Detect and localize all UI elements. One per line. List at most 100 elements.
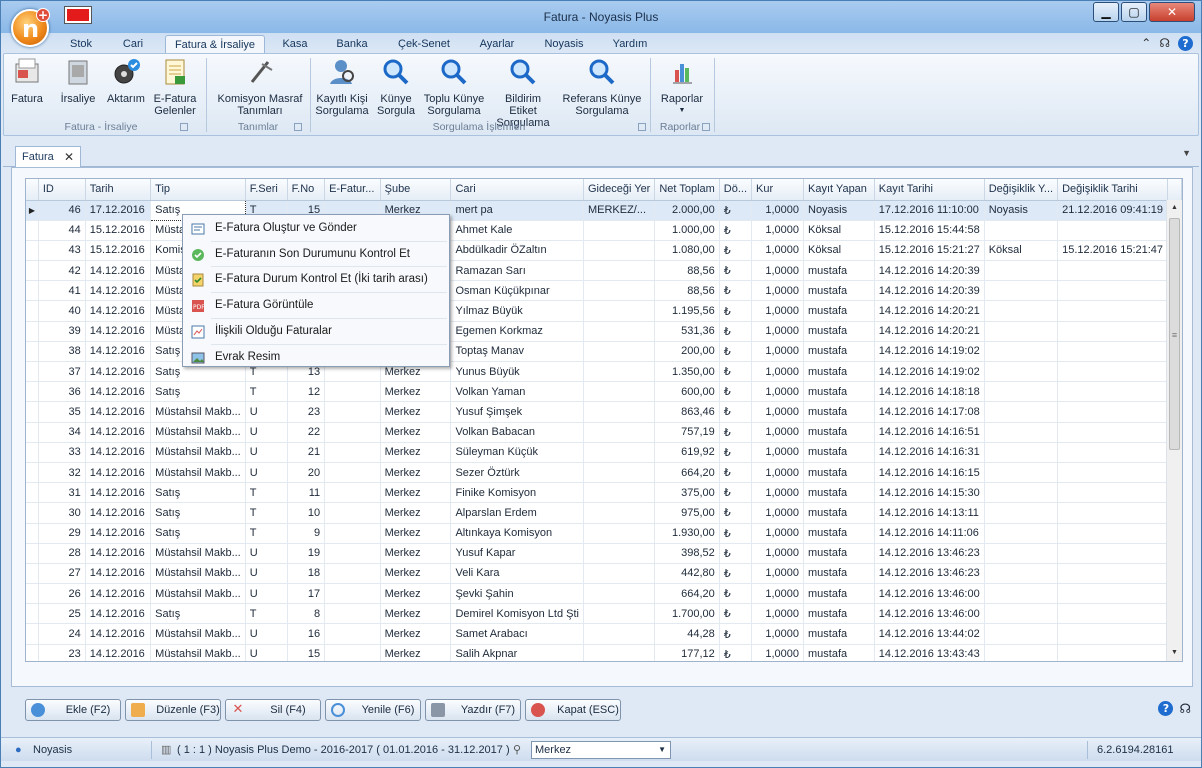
table-cell[interactable]: 14.12.2016 14:13:11 (874, 502, 985, 524)
table-cell[interactable]: 1,0000 (751, 523, 804, 544)
table-cell[interactable]: Müstahsil Makb... (150, 543, 246, 564)
table-cell[interactable]: 14.12.2016 (85, 361, 152, 383)
table-cell[interactable]: Müstahsil Makb... (150, 583, 246, 605)
app-menu-button[interactable]: n + (11, 8, 50, 47)
table-cell[interactable]: 23 (287, 401, 326, 423)
table-cell[interactable]: mustafa (803, 523, 875, 544)
table-cell[interactable]: 16 (287, 623, 326, 645)
table-cell[interactable] (324, 523, 381, 544)
table-cell[interactable]: 29 (38, 523, 86, 544)
raporlar-button[interactable]: Raporlar ▼ (656, 56, 708, 117)
table-cell[interactable]: Yusuf Şimşek (450, 401, 584, 423)
table-cell[interactable]: 37 (38, 361, 86, 383)
table-cell[interactable]: ₺ (719, 361, 753, 383)
table-cell[interactable]: 1.080,00 (654, 240, 720, 262)
table-row[interactable]: 33 14.12.2016 Müstahsil Makb... U 21 Merkez Sü… (26, 442, 1182, 463)
table-cell[interactable]: 600,00 (654, 381, 720, 403)
flag-icon[interactable] (64, 6, 92, 24)
menu-item-evrak-resim[interactable]: Evrak Resim (185, 345, 447, 369)
table-cell[interactable] (324, 462, 381, 484)
table-cell[interactable]: 531,36 (654, 321, 720, 342)
table-cell[interactable]: ₺ (719, 462, 753, 484)
table-cell[interactable]: 664,20 (654, 462, 720, 484)
table-cell[interactable]: 1,0000 (751, 240, 804, 262)
table-cell[interactable] (1057, 583, 1169, 605)
table-row[interactable]: 34 14.12.2016 Müstahsil Makb... U 22 Merkez Vo… (26, 422, 1182, 443)
table-row[interactable]: 32 14.12.2016 Müstahsil Makb... U 20 Merkez Se… (26, 462, 1182, 484)
table-cell[interactable]: ₺ (719, 623, 753, 645)
scroll-up-icon[interactable]: ▲ (1167, 200, 1182, 216)
table-cell[interactable] (1057, 462, 1169, 484)
table-cell[interactable]: U (245, 422, 288, 443)
table-cell[interactable] (1057, 563, 1169, 585)
table-cell[interactable]: 1,0000 (751, 603, 804, 625)
table-cell[interactable]: 1,0000 (751, 280, 804, 302)
table-cell[interactable] (984, 260, 1059, 282)
table-cell[interactable]: ₺ (719, 260, 753, 282)
table-cell[interactable]: 10 (287, 502, 326, 524)
table-cell[interactable]: 1.700,00 (654, 603, 720, 625)
close-window-button[interactable]: ✕ (1149, 2, 1195, 22)
table-cell[interactable]: 1,0000 (751, 644, 804, 661)
column-header[interactable]: Gideceği Yer (583, 179, 656, 201)
table-cell[interactable] (1057, 502, 1169, 524)
table-cell[interactable] (1057, 260, 1169, 282)
table-cell[interactable]: Merkez (380, 623, 452, 645)
table-cell[interactable]: Müstahsil Makb... (150, 462, 246, 484)
column-header[interactable]: Kayıt Yapan (803, 179, 875, 201)
table-cell[interactable]: 15 (287, 644, 326, 661)
table-cell[interactable] (583, 260, 656, 282)
collapse-ribbon-icon[interactable]: ⌃ (1141, 36, 1151, 51)
table-cell[interactable] (583, 603, 656, 625)
table-cell[interactable] (583, 502, 656, 524)
table-cell[interactable]: T (245, 523, 288, 544)
table-cell[interactable]: Merkez (380, 422, 452, 443)
table-cell[interactable]: ₺ (719, 482, 753, 504)
table-cell[interactable]: 14.12.2016 (85, 523, 152, 544)
table-cell[interactable]: 1,0000 (751, 381, 804, 403)
tab-stok[interactable]: Stok (59, 35, 103, 53)
table-cell[interactable]: 1,0000 (751, 300, 804, 322)
komisyon-masraf-button[interactable]: Komisyon Masraf Tanımları (212, 56, 308, 117)
table-cell[interactable] (984, 563, 1059, 585)
table-cell[interactable]: 14.12.2016 (85, 583, 152, 605)
table-cell[interactable] (984, 523, 1059, 544)
table-cell[interactable]: Yılmaz Büyük (450, 300, 584, 322)
table-cell[interactable]: 14.12.2016 13:46:23 (874, 563, 985, 585)
table-cell[interactable]: Merkez (380, 523, 452, 544)
table-cell[interactable]: ₺ (719, 401, 753, 423)
table-cell[interactable]: mustafa (803, 603, 875, 625)
table-cell[interactable]: 17 (287, 583, 326, 605)
table-cell[interactable]: 27 (38, 563, 86, 585)
document-tab-fatura[interactable]: Fatura ✕ (15, 146, 81, 167)
table-cell[interactable] (583, 240, 656, 262)
branch-select[interactable]: Merkez ▼ (531, 741, 671, 759)
table-cell[interactable] (583, 300, 656, 322)
table-cell[interactable]: 14.12.2016 13:43:43 (874, 644, 985, 661)
table-cell[interactable]: Salih Akpnar (450, 644, 584, 661)
table-cell[interactable]: 40 (38, 300, 86, 322)
aktarim-button[interactable]: Aktarım (106, 56, 146, 105)
table-cell[interactable]: 11 (287, 482, 326, 504)
table-cell[interactable]: 14.12.2016 14:11:06 (874, 523, 985, 544)
table-cell[interactable]: ₺ (719, 603, 753, 625)
table-cell[interactable]: 14.12.2016 14:20:21 (874, 300, 985, 322)
table-cell[interactable]: 22 (287, 422, 326, 443)
table-cell[interactable]: Köksal (803, 220, 875, 241)
tab-yardim[interactable]: Yardım (605, 35, 655, 53)
table-cell[interactable]: 1.000,00 (654, 220, 720, 241)
tab-noyasis[interactable]: Noyasis (537, 35, 591, 53)
tab-kasa[interactable]: Kasa (275, 35, 315, 53)
table-cell[interactable]: 1,0000 (751, 220, 804, 241)
table-cell[interactable]: 14.12.2016 (85, 623, 152, 645)
table-cell[interactable]: mustafa (803, 381, 875, 403)
scroll-thumb[interactable]: ≡ (1169, 218, 1180, 450)
table-cell[interactable]: 14.12.2016 (85, 442, 152, 463)
table-cell[interactable]: Merkez (380, 644, 452, 661)
table-cell[interactable]: Altınkaya Komisyon (450, 523, 584, 544)
table-cell[interactable] (984, 401, 1059, 423)
table-cell[interactable]: mustafa (803, 341, 875, 363)
table-cell[interactable]: Yunus Büyük (450, 361, 584, 383)
table-cell[interactable]: Merkez (380, 401, 452, 423)
table-cell[interactable]: Köksal (803, 240, 875, 262)
